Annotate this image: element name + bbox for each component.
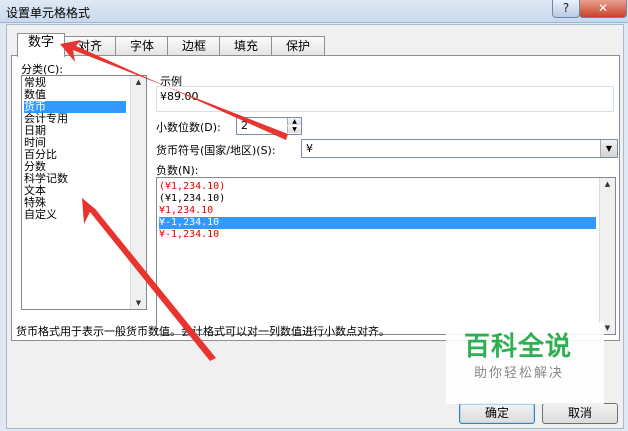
sample-box: ¥89.00 — [156, 86, 614, 112]
category-item[interactable]: 自定义 — [24, 209, 126, 221]
negative-item[interactable]: ¥1,234.10 — [159, 205, 596, 217]
scroll-up-icon[interactable]: ▲ — [131, 76, 146, 88]
chevron-down-icon[interactable]: ▼ — [600, 140, 617, 157]
negative-numbers-label: 负数(N): — [156, 164, 199, 177]
cancel-button[interactable]: 取消 — [542, 403, 618, 424]
negative-scrollbar[interactable]: ▲ ▼ — [599, 178, 615, 334]
tab-alignment[interactable]: 对齐 — [63, 36, 117, 56]
help-button[interactable]: ? — [552, 0, 580, 18]
spin-down-icon[interactable]: ▼ — [287, 126, 301, 133]
sample-value: ¥89.00 — [160, 90, 199, 103]
decimal-places-value[interactable]: 2 — [241, 119, 248, 132]
scroll-down-icon[interactable]: ▼ — [131, 297, 146, 309]
title-bar: 设置单元格格式 ? ✕ — [0, 0, 628, 23]
format-description: 货币格式用于表示一般货币数值。会计格式可以对一列数值进行小数点对齐。 — [16, 325, 390, 338]
watermark-subtitle: 助你轻松解决 — [474, 366, 565, 381]
watermark: 百科全说 助你轻松解决 — [446, 322, 604, 404]
currency-symbol-value: ¥ — [306, 142, 313, 155]
window-title: 设置单元格格式 — [6, 6, 91, 20]
close-button[interactable]: ✕ — [579, 0, 627, 18]
tab-protection[interactable]: 保护 — [271, 36, 325, 56]
tab-fill[interactable]: 填充 — [219, 36, 273, 56]
decimal-places-stepper[interactable]: 2 ▲ ▼ — [236, 117, 302, 135]
negative-item[interactable]: ¥-1,234.10 — [159, 229, 596, 241]
negative-item-selected[interactable]: ¥-1,234.10 — [159, 217, 596, 229]
tab-border[interactable]: 边框 — [167, 36, 221, 56]
scroll-up-icon[interactable]: ▲ — [600, 178, 615, 190]
currency-symbol-select[interactable]: ¥ ▼ — [301, 139, 618, 158]
watermark-title: 百科全说 — [464, 332, 573, 362]
tab-number[interactable]: 数字 — [17, 33, 65, 57]
negative-item[interactable]: (¥1,234.10) — [159, 193, 596, 205]
category-list[interactable]: 常规 数值 货币 会计专用 日期 时间 百分比 分数 科学记数 文本 特殊 自定… — [21, 75, 147, 310]
currency-symbol-label: 货币符号(国家/地区)(S): — [156, 144, 276, 157]
tab-font[interactable]: 字体 — [115, 36, 169, 56]
negative-item[interactable]: (¥1,234.10) — [159, 181, 596, 193]
decimal-places-label: 小数位数(D): — [156, 121, 221, 134]
negative-numbers-list[interactable]: (¥1,234.10) (¥1,234.10) ¥1,234.10 ¥-1,23… — [156, 177, 616, 335]
ok-button[interactable]: 确定 — [459, 403, 535, 424]
spin-up-icon[interactable]: ▲ — [287, 118, 301, 125]
category-scrollbar[interactable]: ▲ ▼ — [130, 76, 146, 309]
number-tab-panel: 分类(C): 常规 数值 货币 会计专用 日期 时间 百分比 分数 科学记数 文… — [11, 55, 620, 341]
